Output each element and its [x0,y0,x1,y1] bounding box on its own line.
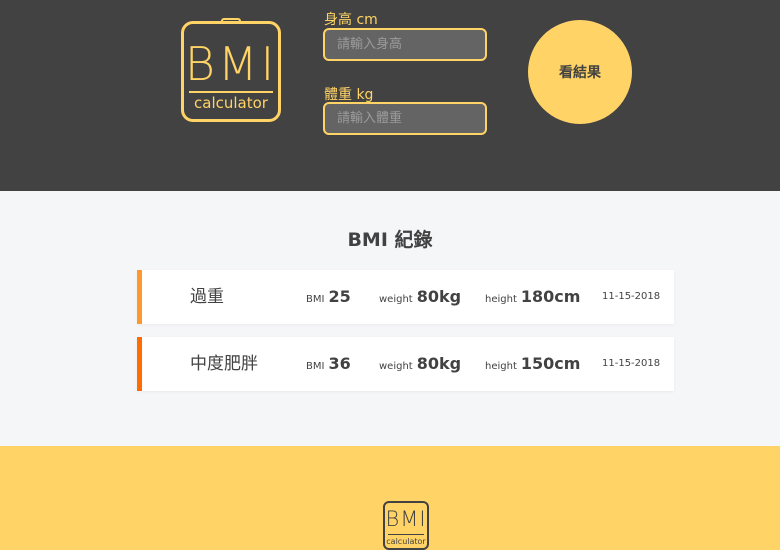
footer-logo-main-text: BMI [385,507,427,531]
record-row: 過重 BMI 25 weight 80kg height 180cm 11-15-20… [137,270,674,324]
record-weight: weight 80kg [379,354,461,377]
record-height: height 150cm [485,354,580,377]
record-weight-key: weight [379,361,413,372]
logo-main-text: BMI [184,37,278,91]
record-height-key: height [485,294,517,305]
bmi-logo: BMI calculator [181,18,281,122]
height-input[interactable] [323,28,487,61]
record-bmi-value: 25 [328,287,351,306]
height-label: 身高 cm [324,12,378,28]
record-status: 過重 [190,287,224,307]
record-weight-value: 80kg [416,354,462,373]
record-weight: weight 80kg [379,287,461,310]
record-bmi: BMI 36 [306,354,351,377]
logo-sub-text: calculator [194,94,268,112]
header: BMI calculator 身高 cm 體重 kg 看結果 [0,0,780,191]
record-bmi-key: BMI [306,294,325,305]
footer-logo-divider [388,534,424,535]
record-row: 中度肥胖 BMI 36 weight 80kg height 150cm 11-15-… [137,337,674,391]
record-height-value: 180cm [520,287,581,306]
record-bmi: BMI 25 [306,287,351,310]
record-height-value: 150cm [520,354,581,373]
record-date: 11-15-2018 [602,291,661,302]
footer: BMI calculator [0,446,780,550]
weight-input[interactable] [323,102,487,135]
record-status: 中度肥胖 [190,354,258,374]
footer-logo-sub-text: calculator [386,537,426,546]
logo-divider [189,91,273,93]
logo-handle [221,18,241,24]
record-weight-value: 80kg [416,287,462,306]
footer-bmi-logo: BMI calculator [383,501,429,550]
record-date: 11-15-2018 [602,358,661,369]
see-result-button[interactable]: 看結果 [528,20,632,124]
record-height: height 180cm [485,287,580,310]
record-bmi-value: 36 [328,354,351,373]
record-weight-key: weight [379,294,413,305]
record-height-key: height [485,361,517,372]
record-bmi-key: BMI [306,361,325,372]
records-title: BMI 紀錄 [347,229,433,251]
